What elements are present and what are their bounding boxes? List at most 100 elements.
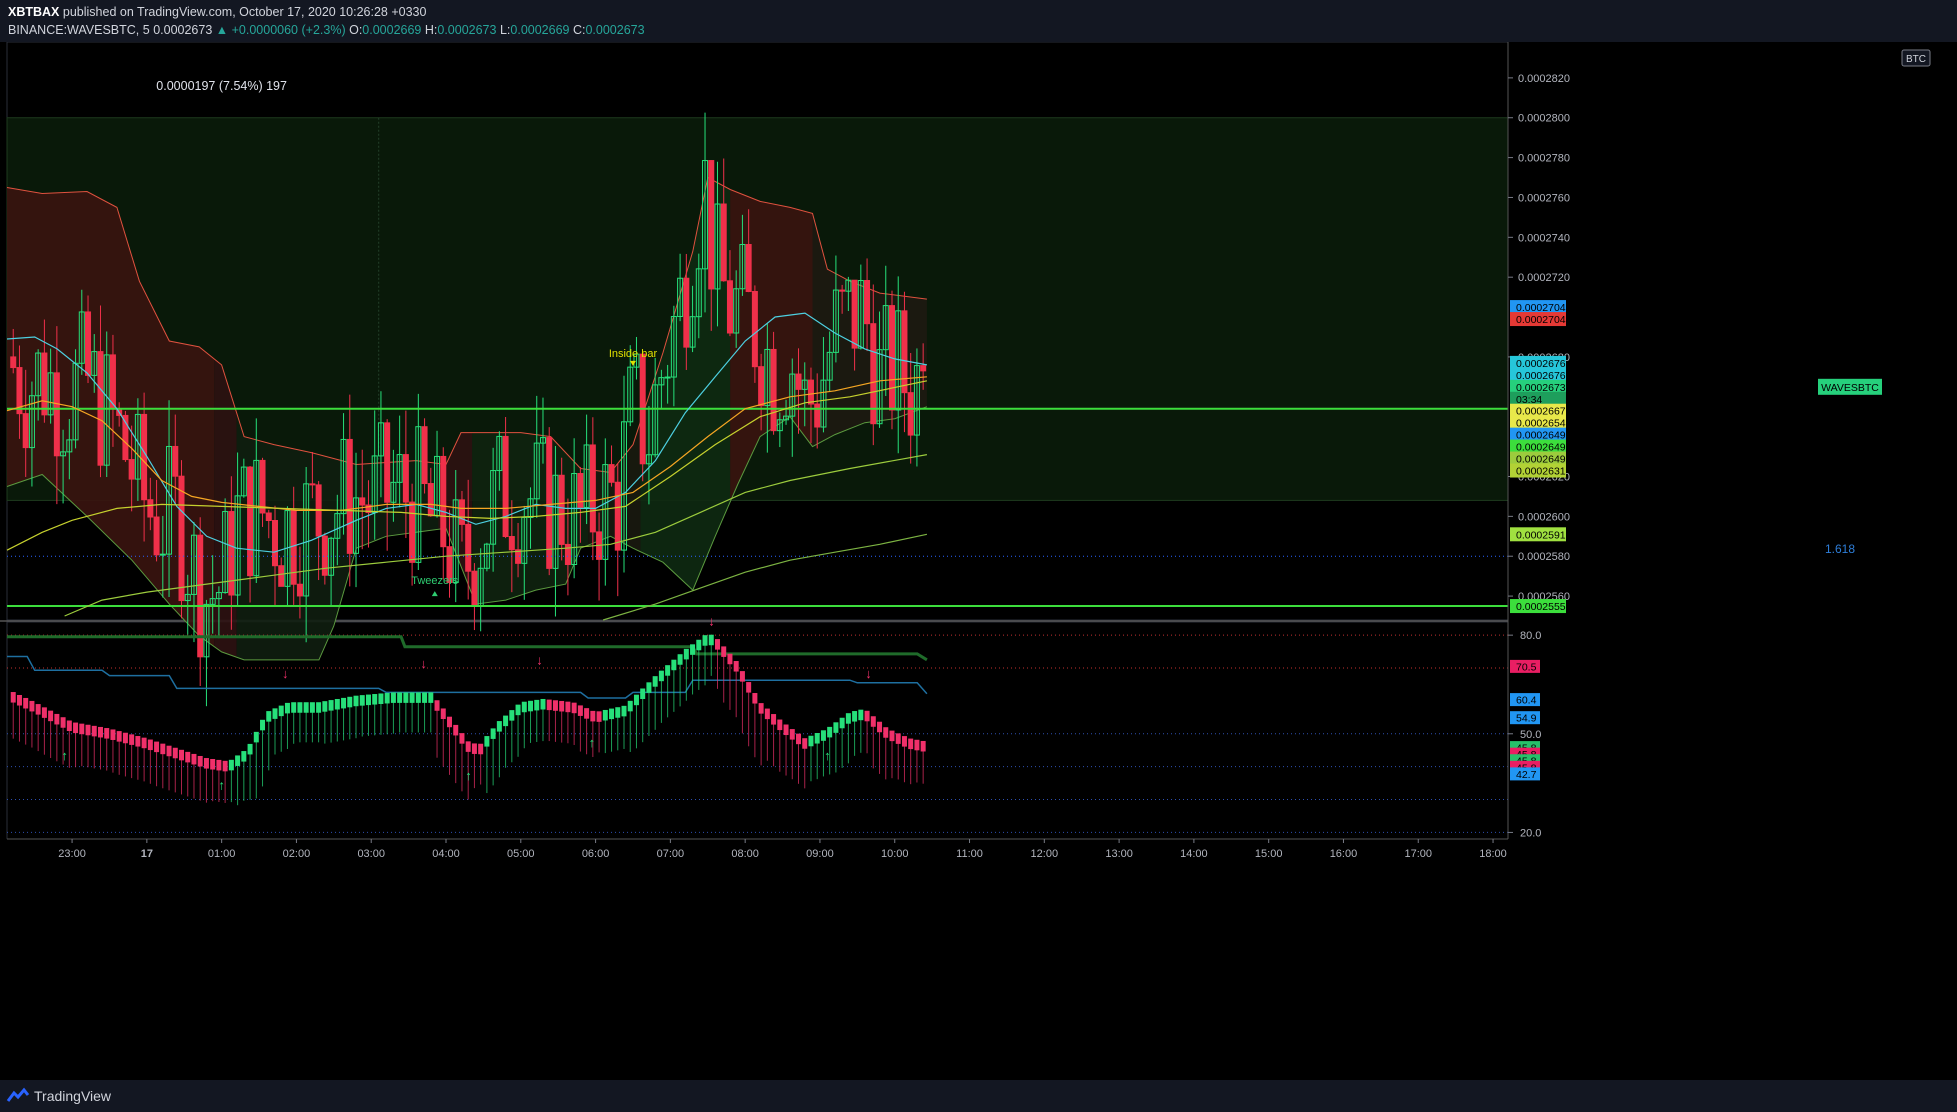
tradingview-brand[interactable]: TradingView [34,1088,111,1104]
buy-arrow-icon: ↑ [589,735,596,750]
symbol-label[interactable]: BINANCE:WAVESBTC, 5 [8,23,150,37]
sell-arrow-icon: ↓ [865,666,872,681]
osc-bar-10 [73,722,79,734]
osc-bar-104 [658,670,664,682]
price-tag-value-11: 0.0002631 [1516,466,1566,478]
candle-body-60 [384,422,391,503]
osc-bar-67 [428,692,434,703]
osc-bar-49 [316,702,322,713]
osc-bar-28 [185,751,191,763]
candle-body-30 [197,534,204,658]
osc-bar-115 [727,653,733,665]
high-label: H: [424,23,438,37]
osc-bar-77 [490,728,496,739]
price-tag-value-13: 0.0002555 [1516,601,1566,613]
osc-bar-86 [546,699,552,711]
osc-bar-48 [309,702,315,713]
buy-arrow-icon: ↑ [465,768,472,783]
osc-bar-69 [440,708,446,719]
osc-bar-144 [908,738,914,750]
chart-area[interactable]: ↓ ↓ ↓ ↓ ↓ ↑ ↑ ↑ ↑ ↑ 0.0002820 0.0002800 0.0002780 0.… [0,42,1957,1080]
candle-body-108 [683,277,690,348]
candle-body-16 [109,354,116,410]
candle-body-42 [271,519,278,567]
time-tick-label-14: 13:00 [1105,848,1133,860]
osc-bar-1 [16,694,22,706]
price-tag-value-1: 0.0002704 [1516,314,1566,326]
chart-header: XBTBAX published on TradingView.com, Oct… [0,0,1957,42]
osc-bar-140 [883,727,889,738]
osc-bar-22 [147,739,153,751]
osc-bar-14 [97,726,103,738]
candle-body-72 [458,499,465,525]
change-up-icon: ▲ [215,23,229,37]
osc-bar-95 [602,709,608,721]
candle-body-105 [664,376,671,379]
osc-bar-135 [852,711,858,722]
osc-bar-62 [397,692,403,703]
osc-tag-value-7: 42.7 [1516,769,1537,781]
price-change: +0.0000060 (+2.3%) [231,23,346,37]
candle-body-12 [85,311,92,376]
price-tick-label-5: 0.0002720 [1518,272,1570,284]
osc-bar-83 [528,700,534,712]
candle-body-21 [141,413,148,501]
open-value: 0.0002669 [362,23,422,37]
close-label: C: [572,23,586,37]
high-value: 0.0002673 [437,23,497,37]
osc-bar-58 [372,694,378,705]
osc-bar-6 [48,710,54,722]
osc-bar-53 [341,697,347,709]
tradingview-logo-icon [6,1087,30,1102]
osc-bar-76 [484,736,490,747]
osc-bar-122 [771,714,777,725]
osc-bar-145 [914,739,920,751]
time-tick-label-7: 06:00 [582,848,610,860]
osc-bar-101 [640,688,646,700]
price-tick-label-0: 0.0002820 [1518,73,1570,85]
candle-body-79 [502,435,509,538]
symbol-price-label-text: WAVESBTC [1821,382,1879,394]
time-tick-label-9: 08:00 [731,848,759,860]
price-tick-label-2: 0.0002780 [1518,153,1570,165]
osc-bar-26 [172,747,178,759]
osc-bar-96 [609,708,615,720]
osc-bar-74 [471,743,477,754]
candle-body-96 [608,464,615,483]
osc-bar-136 [858,709,864,721]
time-tick-label-19: 18:00 [1479,848,1507,860]
osc-bar-78 [496,721,502,732]
osc-bar-134 [845,713,851,724]
osc-mid-line [7,655,928,699]
time-tick-label-2: 01:00 [208,848,236,860]
osc-bar-68 [434,700,440,711]
osc-tick-label-1: 50.0 [1520,729,1541,741]
osc-bar-52 [334,698,340,710]
candle-body-97 [614,481,621,551]
osc-bar-25 [166,745,172,757]
osc-bar-29 [191,753,197,765]
osc-bar-110 [696,639,702,651]
osc-bar-125 [789,729,795,740]
sell-arrow-icon: ↓ [536,653,543,668]
osc-bar-139 [877,721,883,733]
osc-bar-41 [266,711,272,722]
candle-body-146 [920,365,927,372]
osc-bar-118 [746,682,752,693]
candle-body-63 [402,454,409,503]
osc-tick-label-0: 80.0 [1520,630,1541,642]
osc-bar-42 [272,708,278,719]
osc-bar-35 [228,759,234,771]
osc-tick-label-2: 20.0 [1520,827,1541,839]
publisher-name[interactable]: XBTBAX [8,5,59,19]
osc-bar-114 [721,646,727,657]
publish-info: XBTBAX published on TradingView.com, Oct… [8,4,426,20]
last-price: 0.0002673 [153,23,213,37]
candle-body-50 [321,535,328,576]
price-tag-value-12: 0.0002591 [1516,529,1566,541]
osc-bar-56 [359,695,365,706]
time-tick-label-1: 17 [141,848,153,860]
osc-bar-113 [714,639,720,650]
candle-body-5 [41,352,48,416]
osc-bar-137 [864,710,870,722]
